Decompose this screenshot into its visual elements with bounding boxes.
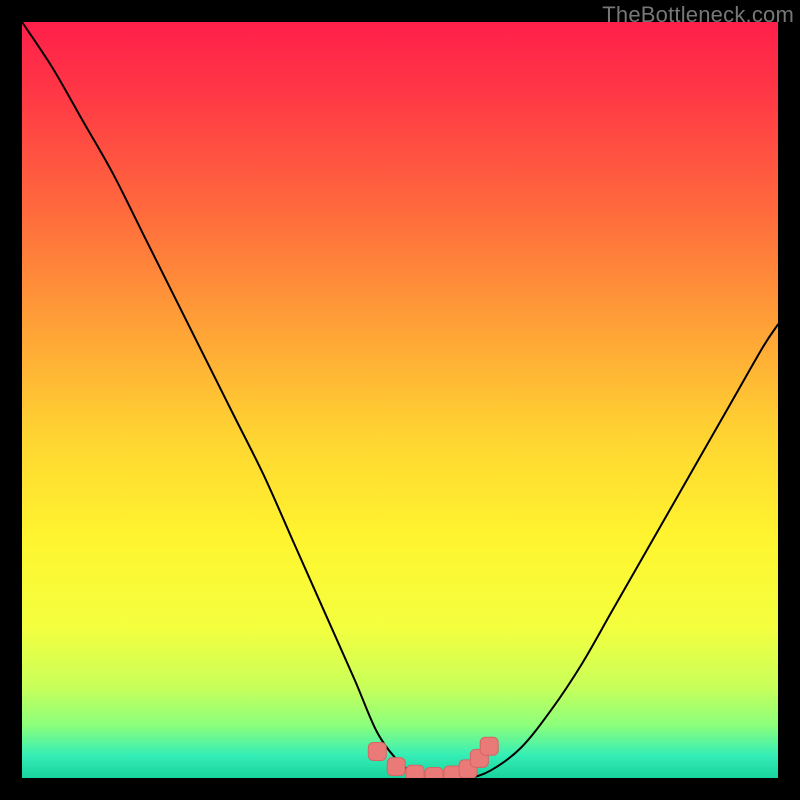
curve-marker — [425, 767, 443, 778]
curve-marker — [368, 743, 386, 761]
plot-area — [22, 22, 778, 778]
curve-marker — [480, 737, 498, 755]
curve-marker — [406, 765, 424, 778]
bottleneck-chart — [22, 22, 778, 778]
chart-frame: TheBottleneck.com — [0, 0, 800, 800]
curve-marker — [387, 758, 405, 776]
gradient-background — [22, 22, 778, 778]
